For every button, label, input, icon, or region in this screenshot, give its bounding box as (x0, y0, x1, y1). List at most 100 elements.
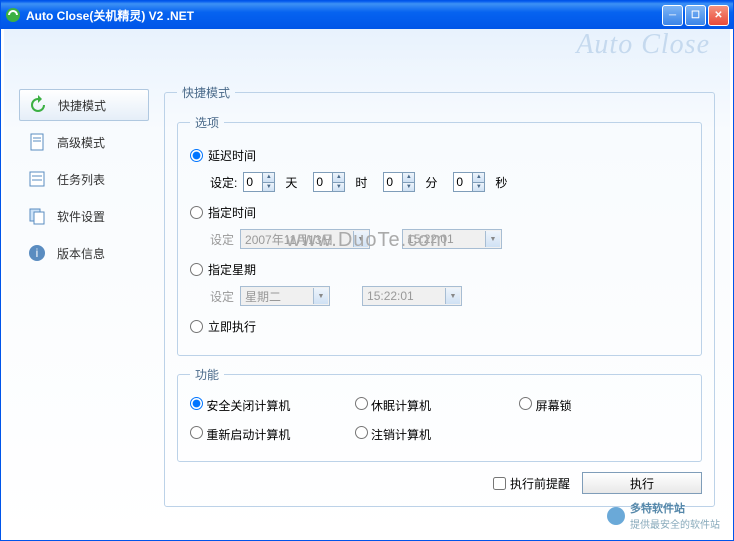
sidebar: 快捷模式 高级模式 任务列表 软件设置 i 版本信息 (19, 89, 149, 274)
down-icon[interactable]: ▼ (262, 183, 274, 192)
set-label: 设定 (210, 288, 234, 305)
hours-unit: 时 (355, 174, 367, 191)
settings-icon (27, 206, 47, 226)
radio-logoff[interactable] (355, 426, 368, 439)
chevron-down-icon: ▼ (353, 231, 368, 247)
remind-label: 执行前提醒 (510, 475, 570, 492)
radio-immediate[interactable] (190, 320, 203, 333)
radio-hibernate[interactable] (355, 397, 368, 410)
delay-inputs: 设定: ▲▼ 天 ▲▼ 时 ▲▼ 分 ▲▼ 秒 (210, 172, 689, 192)
titlebar: Auto Close(关机精灵) V2 .NET ─ ☐ ✕ (1, 1, 733, 29)
option-delay: 延迟时间 (190, 147, 689, 164)
logo-icon (606, 506, 626, 526)
list-icon (27, 169, 47, 189)
chevron-down-icon: ▼ (313, 288, 328, 304)
window-controls: ─ ☐ ✕ (662, 5, 729, 26)
down-icon[interactable]: ▼ (472, 183, 484, 192)
brand-text: Auto Close (576, 29, 710, 61)
radio-fixed-time[interactable] (190, 206, 203, 219)
document-icon (27, 132, 47, 152)
fixed-week-inputs: 设定 星期二 ▼ 15:22:01 ▼ (210, 286, 689, 306)
week-combo[interactable]: 星期二 ▼ (240, 286, 330, 306)
nav-settings[interactable]: 软件设置 (19, 200, 149, 232)
app-icon (5, 7, 21, 23)
nav-version[interactable]: i 版本信息 (19, 237, 149, 269)
fn-label: 注销计算机 (371, 428, 431, 442)
quick-mode-group: 快捷模式 选项 延迟时间 设定: ▲▼ 天 ▲▼ 时 ▲▼ 分 ▲▼ (164, 84, 715, 507)
nav-label: 快捷模式 (58, 97, 106, 114)
minutes-spinner[interactable]: ▲▼ (383, 172, 415, 192)
nav-quick-mode[interactable]: 快捷模式 (19, 89, 149, 121)
set-label: 设定 (210, 231, 234, 248)
radio-fixed-week-label: 指定星期 (208, 261, 256, 278)
minimize-button[interactable]: ─ (662, 5, 683, 26)
radio-immediate-label: 立即执行 (208, 318, 256, 335)
radio-delay[interactable] (190, 149, 203, 162)
radio-restart[interactable] (190, 426, 203, 439)
execute-button[interactable]: 执行 (582, 472, 702, 494)
up-icon[interactable]: ▲ (402, 173, 414, 183)
svg-text:i: i (36, 246, 39, 260)
nav-task-list[interactable]: 任务列表 (19, 163, 149, 195)
functions-legend: 功能 (190, 366, 224, 383)
down-icon[interactable]: ▼ (332, 183, 344, 192)
close-button[interactable]: ✕ (708, 5, 729, 26)
remind-checkbox[interactable] (493, 477, 506, 490)
fn-label: 屏幕锁 (536, 399, 572, 413)
option-fixed-time: 指定时间 (190, 204, 689, 221)
radio-fixed-time-label: 指定时间 (208, 204, 256, 221)
time-value: 15:22:01 (407, 232, 454, 246)
fn-label: 安全关闭计算机 (206, 399, 290, 413)
fixed-time-inputs: 设定 2007年11月13日 ▼ 15:22:01 ▼ (210, 229, 689, 249)
nav-label: 任务列表 (57, 171, 105, 188)
nav-label: 高级模式 (57, 134, 105, 151)
quick-mode-legend: 快捷模式 (177, 84, 235, 101)
seconds-unit: 秒 (495, 174, 507, 191)
fn-label: 休眠计算机 (371, 399, 431, 413)
option-fixed-week: 指定星期 (190, 261, 689, 278)
days-unit: 天 (285, 174, 297, 191)
nav-label: 软件设置 (57, 208, 105, 225)
option-immediate: 立即执行 (190, 318, 689, 335)
fn-label: 重新启动计算机 (206, 428, 290, 442)
radio-shutdown[interactable] (190, 397, 203, 410)
days-spinner[interactable]: ▲▼ (243, 172, 275, 192)
set-label: 设定: (210, 174, 237, 191)
seconds-spinner[interactable]: ▲▼ (453, 172, 485, 192)
up-icon[interactable]: ▲ (262, 173, 274, 183)
corner-branding: 多特软件站 提供最安全的软件站 (606, 500, 720, 531)
nav-label: 版本信息 (57, 245, 105, 262)
week-time-value: 15:22:01 (367, 289, 414, 303)
main-panel: 快捷模式 选项 延迟时间 设定: ▲▼ 天 ▲▼ 时 ▲▼ 分 ▲▼ (164, 84, 715, 522)
week-value: 星期二 (245, 288, 281, 305)
footer-row: 执行前提醒 执行 (177, 472, 702, 494)
radio-delay-label: 延迟时间 (208, 147, 256, 164)
info-icon: i (27, 243, 47, 263)
week-time-combo[interactable]: 15:22:01 ▼ (362, 286, 462, 306)
corner-name: 多特软件站 (630, 500, 720, 516)
window-title: Auto Close(关机精灵) V2 .NET (26, 7, 662, 24)
chevron-down-icon: ▼ (485, 231, 500, 247)
nav-advanced-mode[interactable]: 高级模式 (19, 126, 149, 158)
time-combo[interactable]: 15:22:01 ▼ (402, 229, 502, 249)
up-icon[interactable]: ▲ (472, 173, 484, 183)
down-icon[interactable]: ▼ (402, 183, 414, 192)
remind-checkbox-wrap: 执行前提醒 (493, 475, 570, 492)
functions-group: 功能 安全关闭计算机 休眠计算机 屏幕锁 重新启动计算机 注销计算机 (177, 366, 702, 462)
chevron-down-icon: ▼ (445, 288, 460, 304)
up-icon[interactable]: ▲ (332, 173, 344, 183)
client-area: Auto Close 快捷模式 高级模式 任务列表 软件设置 i 版本信息 (4, 29, 730, 537)
date-value: 2007年11月13日 (245, 231, 334, 248)
refresh-icon (28, 95, 48, 115)
radio-lock[interactable] (519, 397, 532, 410)
hours-spinner[interactable]: ▲▼ (313, 172, 345, 192)
app-window: Auto Close(关机精灵) V2 .NET ─ ☐ ✕ Auto Clos… (0, 0, 734, 541)
date-combo[interactable]: 2007年11月13日 ▼ (240, 229, 370, 249)
maximize-button[interactable]: ☐ (685, 5, 706, 26)
corner-slogan: 提供最安全的软件站 (630, 516, 720, 531)
options-legend: 选项 (190, 114, 224, 131)
radio-fixed-week[interactable] (190, 263, 203, 276)
options-group: 选项 延迟时间 设定: ▲▼ 天 ▲▼ 时 ▲▼ 分 ▲▼ 秒 (177, 114, 702, 356)
functions-grid: 安全关闭计算机 休眠计算机 屏幕锁 重新启动计算机 注销计算机 (190, 391, 689, 449)
minutes-unit: 分 (425, 174, 437, 191)
